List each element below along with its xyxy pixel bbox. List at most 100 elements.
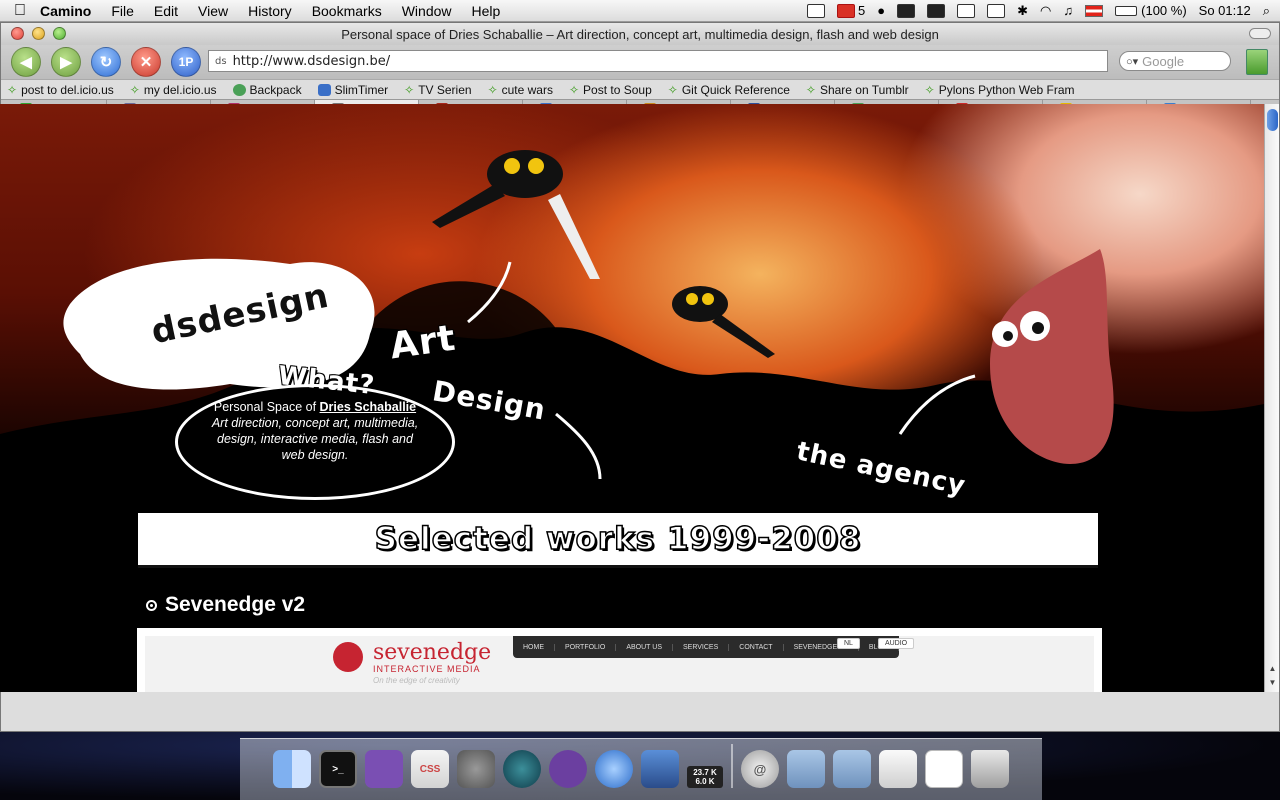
- documents-icon[interactable]: [879, 750, 917, 788]
- menu-file[interactable]: File: [111, 3, 134, 19]
- calendar-icon[interactable]: [807, 3, 826, 18]
- volume-icon[interactable]: ♫: [1063, 3, 1073, 18]
- project-preview-image[interactable]: sevenedge INTERACTIVE MEDIA On the edge …: [137, 628, 1102, 692]
- bookmark-item[interactable]: ✧ Post to Soup: [569, 83, 652, 97]
- bookmark-label: Post to Soup: [583, 82, 652, 97]
- dock: >_ CSS 23.7 K 6.0 K @: [240, 738, 1042, 800]
- automator-icon[interactable]: [365, 750, 403, 788]
- leaf-icon: ✧: [129, 82, 140, 97]
- movies-folder-icon[interactable]: [833, 750, 871, 788]
- onepassword-button[interactable]: 1P: [171, 47, 201, 77]
- memory-icon[interactable]: [987, 3, 1006, 18]
- bookmark-item[interactable]: ✧ Share on Tumblr: [806, 83, 909, 97]
- mail-icon[interactable]: @: [741, 750, 779, 788]
- intro-description: Art direction, concept art, multimedia, …: [211, 416, 419, 462]
- project-title[interactable]: Sevenedge v2: [146, 593, 305, 617]
- bluetooth-icon[interactable]: ✱: [1017, 3, 1028, 19]
- bookmark-item[interactable]: SlimTimer: [317, 82, 389, 97]
- vertical-scrollbar[interactable]: ▲ ▼: [1264, 104, 1279, 692]
- input-flag-icon[interactable]: [1085, 4, 1104, 17]
- bookmark-item[interactable]: ✧ my del.icio.us: [130, 83, 217, 97]
- gmail-icon: [837, 3, 856, 18]
- minimize-window-button[interactable]: [32, 27, 45, 40]
- safari-icon[interactable]: [595, 750, 633, 788]
- battery[interactable]: (100 %): [1115, 3, 1187, 18]
- forward-button[interactable]: ▶: [51, 47, 81, 77]
- downloads-folder-icon[interactable]: [787, 750, 825, 788]
- scrollbar-thumb[interactable]: [1267, 109, 1278, 131]
- bookmark-label: post to del.icio.us: [21, 82, 114, 97]
- menu-history[interactable]: History: [248, 3, 292, 19]
- scale-icon[interactable]: [897, 3, 916, 18]
- url-text: http://www.dsdesign.be/: [232, 53, 391, 69]
- apple-menu-icon[interactable]: : [0, 2, 40, 20]
- navigation-toolbar: ◀ ▶ ↻ ✕ 1P ds http://www.dsdesign.be/ ○▾…: [1, 45, 1279, 79]
- bookmark-label: my del.icio.us: [143, 82, 217, 97]
- mail-count: 5: [858, 3, 866, 18]
- system-preferences-icon[interactable]: [457, 750, 495, 788]
- menu-bookmarks[interactable]: Bookmarks: [312, 3, 382, 19]
- bookmark-label: SlimTimer: [334, 82, 389, 97]
- finder-icon[interactable]: [273, 750, 311, 788]
- menu-help[interactable]: Help: [472, 3, 501, 19]
- bookmark-item[interactable]: Backpack: [232, 83, 302, 97]
- window-title: Personal space of Dries Schaballie – Art…: [341, 26, 939, 42]
- wifi-icon[interactable]: ◠: [1040, 3, 1051, 19]
- site-favicon-icon: ds: [215, 55, 227, 67]
- intro-bubble: Personal Space of Dries Schaballie Art d…: [175, 384, 455, 500]
- leaf-icon: ✧: [568, 82, 580, 97]
- bookmark-label: Share on Tumblr: [819, 82, 909, 97]
- textedit-icon[interactable]: [925, 750, 963, 788]
- display-icon[interactable]: [957, 3, 976, 18]
- reload-button[interactable]: ↻: [91, 47, 121, 77]
- spotlight-icon[interactable]: ⌕: [1263, 3, 1270, 19]
- leaf-icon: ✧: [487, 82, 498, 97]
- terminal-icon[interactable]: >_: [319, 750, 357, 788]
- bookmark-item[interactable]: ✧ Pylons Python Web Fram: [925, 83, 1075, 97]
- adium-icon[interactable]: [549, 750, 587, 788]
- close-window-button[interactable]: [11, 27, 24, 40]
- menu-window[interactable]: Window: [402, 3, 452, 19]
- bookmarks-bar: ✧ post to del.icio.us ✧ my del.icio.us Bac…: [1, 79, 1279, 99]
- time-machine-icon[interactable]: [503, 750, 541, 788]
- preview-lang-nl: NL: [837, 638, 860, 649]
- project-title-text: Sevenedge v2: [165, 593, 306, 616]
- banner-title: Selected works 1999-2008: [374, 520, 862, 558]
- paw-icon[interactable]: ●: [877, 3, 885, 18]
- bookmark-label: TV Serien: [418, 82, 472, 97]
- battery-percent: (100 %): [1141, 3, 1187, 18]
- menu-extras: 5 ● ✱ ◠ ♫ (100 %) So 01:12 ⌕: [807, 3, 1280, 19]
- resolution-icon[interactable]: [927, 3, 946, 18]
- search-field[interactable]: ○▾ Google: [1119, 51, 1231, 71]
- app-menu[interactable]: Camino: [40, 3, 91, 19]
- toolbar-toggle-button[interactable]: [1249, 28, 1271, 39]
- bookmark-label: Git Quick Reference: [681, 82, 790, 97]
- clock[interactable]: So 01:12: [1199, 3, 1251, 18]
- search-placeholder: Google: [1142, 53, 1185, 69]
- back-button[interactable]: ◀: [11, 47, 41, 77]
- iphoto-icon[interactable]: [641, 750, 679, 788]
- bookmark-icon[interactable]: [1246, 49, 1268, 75]
- bookmark-item[interactable]: ✧ TV Serien: [404, 83, 471, 97]
- cssedit-icon[interactable]: CSS: [411, 750, 449, 788]
- bookmark-item[interactable]: ✧ post to del.icio.us: [7, 83, 114, 97]
- zoom-window-button[interactable]: [53, 27, 66, 40]
- menu-view[interactable]: View: [198, 3, 228, 19]
- address-bar[interactable]: ds http://www.dsdesign.be/: [208, 50, 1108, 72]
- bookmark-item[interactable]: ✧ Git Quick Reference: [668, 83, 790, 97]
- scroll-up-arrow-icon[interactable]: ▲: [1267, 664, 1278, 675]
- intro-line: Personal Space of Dries Schaballie: [178, 399, 452, 415]
- activity-monitor-icon[interactable]: 23.7 K 6.0 K: [687, 766, 723, 788]
- activity-upload: 23.7 K: [693, 768, 717, 777]
- author-link[interactable]: Dries Schaballie: [320, 400, 417, 414]
- trash-icon[interactable]: [971, 750, 1009, 788]
- activity-download: 6.0 K: [695, 777, 715, 786]
- bookmark-item[interactable]: ✧ cute wars: [488, 83, 553, 97]
- scroll-down-arrow-icon[interactable]: ▼: [1267, 678, 1278, 689]
- preview-lang: NL AUDIO: [837, 638, 915, 649]
- menu-edit[interactable]: Edit: [154, 3, 178, 19]
- gmail-notifier[interactable]: 5: [837, 3, 865, 18]
- search-icon: ○▾: [1126, 55, 1139, 68]
- bookmark-label: cute wars: [501, 82, 553, 97]
- stop-button[interactable]: ✕: [131, 47, 161, 77]
